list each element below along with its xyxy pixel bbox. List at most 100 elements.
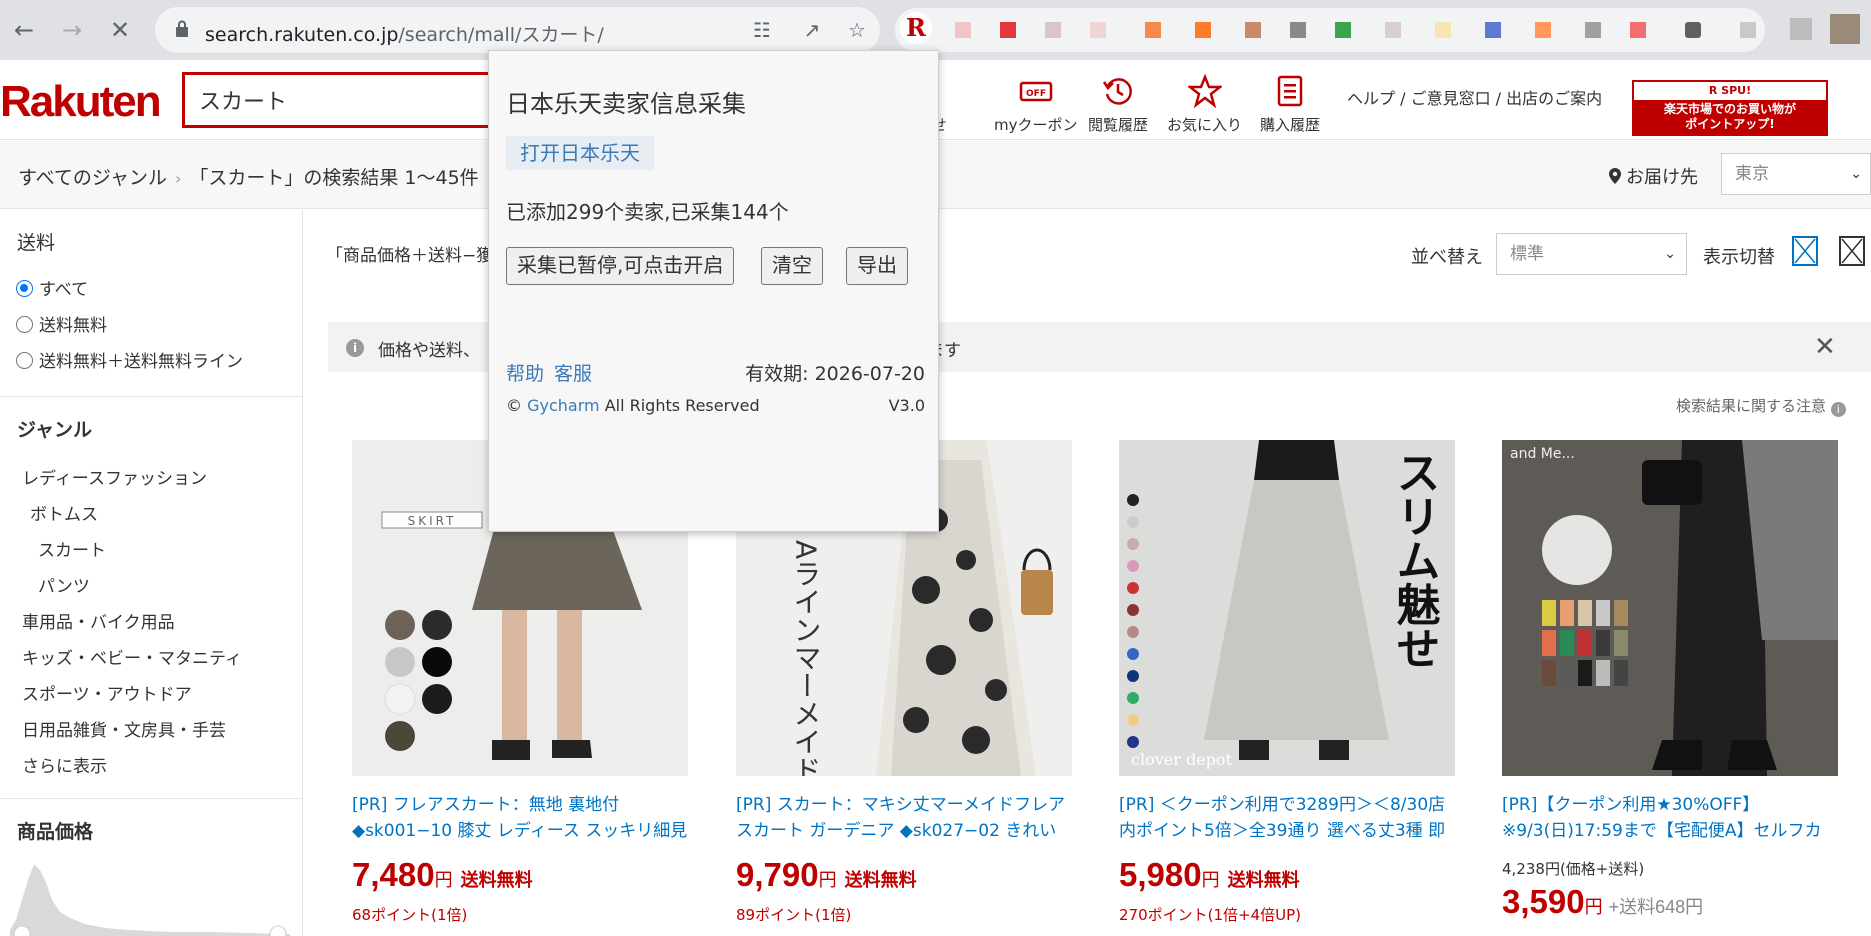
delivery-value: 東京: [1735, 164, 1769, 184]
grid-view-button[interactable]: [1792, 236, 1818, 266]
nav-label: お気に入り: [1167, 116, 1243, 134]
svg-text:OFF: OFF: [1026, 89, 1046, 99]
search-box[interactable]: [182, 72, 502, 128]
back-icon[interactable]: ←: [6, 12, 42, 48]
brand-link[interactable]: Gycharm: [527, 396, 600, 415]
toggle-collect-button[interactable]: 采集已暂停,可点击开启: [506, 247, 735, 285]
extension-icon[interactable]: [1790, 18, 1812, 40]
extension-icon[interactable]: [1000, 22, 1016, 38]
radio-icon: [16, 352, 33, 369]
nav-purchase-history[interactable]: 購入履歴: [1260, 74, 1320, 135]
genre-item[interactable]: パンツ: [38, 572, 90, 597]
price-note: 「商品価格＋送料−獲: [326, 246, 494, 266]
forward-icon[interactable]: →: [54, 12, 90, 48]
nav-favorites[interactable]: お気に入り: [1167, 74, 1242, 135]
extension-icon[interactable]: [1335, 22, 1351, 38]
list-view-button[interactable]: [1839, 236, 1865, 266]
product-total-price: 4,238円(価格+送料): [1502, 860, 1645, 878]
spu-line1: 楽天市場でのお買い物が: [1663, 102, 1796, 116]
product-title[interactable]: [PR] ＜クーポン利用で3289円＞＜8/30店内ポイント5倍＞全39通り 選…: [1119, 792, 1455, 844]
translate-icon[interactable]: ☷: [750, 18, 774, 42]
help-links[interactable]: ヘルプ / ご意見窓口 / 出店のご案内: [1347, 85, 1602, 109]
divider: [0, 798, 303, 799]
help-link[interactable]: 帮助: [506, 363, 544, 385]
clear-button[interactable]: 清空: [761, 247, 823, 285]
shipping-option-all[interactable]: すべて: [16, 275, 88, 300]
address-bar[interactable]: search.rakuten.co.jp/search/mall/スカート/ ☷…: [155, 7, 880, 53]
delivery-select[interactable]: 東京 ⌄: [1721, 153, 1871, 195]
shipping-option-free[interactable]: 送料無料: [16, 311, 107, 336]
extension-icon[interactable]: [1385, 22, 1401, 38]
spu-banner[interactable]: R SPU! 楽天市場でのお買い物が ポイントアップ!: [1632, 80, 1828, 136]
breadcrumb-separator: ›: [174, 169, 182, 188]
product-points: 89ポイント(1倍): [736, 906, 852, 924]
close-icon[interactable]: ✕: [1814, 332, 1836, 362]
product-image[interactable]: and Me...: [1502, 440, 1838, 776]
extension-icon[interactable]: [1535, 22, 1551, 38]
grid-view-icon: [1794, 238, 1816, 264]
product-title[interactable]: [PR] フレアスカート：無地 裏地付 ◆sk001−10 膝丈 レディース ス…: [352, 792, 688, 844]
product-price: 7,480円 送料無料: [352, 856, 533, 893]
product-photo: and Me...: [1502, 440, 1838, 776]
rakuten-extension-icon[interactable]: R: [900, 12, 932, 44]
nav-label: 購入履歴: [1260, 116, 1321, 134]
nav-label: myクーポン: [994, 116, 1078, 134]
spu-line2: ポイントアップ!: [1685, 117, 1775, 131]
profile-icon[interactable]: [1740, 22, 1756, 38]
extension-icon[interactable]: [1290, 22, 1306, 38]
coupon-icon: OFF: [1019, 81, 1052, 102]
extension-icon[interactable]: [1485, 22, 1501, 38]
delivery-text: お届け先: [1626, 167, 1698, 188]
extension-icon[interactable]: [1245, 22, 1261, 38]
genre-item[interactable]: スポーツ・アウトドア: [22, 680, 192, 705]
nav-history[interactable]: 閲覧履歴: [1088, 74, 1148, 135]
genre-item[interactable]: 日用品雑貨・文房具・手芸: [22, 716, 226, 741]
extension-icon[interactable]: [1145, 22, 1161, 38]
extensions-bar: [895, 8, 1765, 52]
view-toggle-label: 表示切替: [1703, 247, 1775, 268]
breadcrumb-root[interactable]: すべてのジャンル: [18, 167, 167, 189]
shipping-option-free-line[interactable]: 送料無料＋送料無料ライン: [16, 347, 243, 372]
product-photo: スリム魅せ clover depot: [1119, 440, 1455, 776]
extension-icon[interactable]: [1090, 22, 1106, 38]
product-title[interactable]: [PR]【クーポン利用★30%OFF】※9/3(日)17:59まで【宅配便A】セ…: [1502, 792, 1838, 844]
product-price: 9,790円 送料無料: [736, 856, 917, 893]
copyright: © Gycharm All Rights Reserved: [506, 396, 760, 415]
show-more-link[interactable]: さらに表示: [22, 752, 107, 777]
sort-select[interactable]: 標準 ⌄: [1496, 233, 1687, 275]
export-button[interactable]: 导出: [846, 247, 908, 285]
genre-item[interactable]: 車用品・バイク用品: [22, 608, 175, 633]
extension-icon[interactable]: [1630, 22, 1646, 38]
extension-icon[interactable]: [1195, 22, 1211, 38]
extension-icon[interactable]: [1435, 22, 1451, 38]
puzzle-icon[interactable]: [1685, 22, 1701, 38]
url-text: search.rakuten.co.jp/search/mall/スカート/: [205, 24, 604, 46]
extension-icon[interactable]: [1585, 22, 1601, 38]
radio-icon: [16, 316, 33, 333]
svg-text:SKIRT: SKIRT: [408, 514, 457, 528]
genre-item[interactable]: レディースファッション: [22, 464, 207, 489]
genre-item[interactable]: スカート: [38, 536, 106, 561]
svg-text:Aラインマーメイド: Aラインマーメイド: [790, 540, 823, 776]
extension-icon[interactable]: [955, 22, 971, 38]
share-icon[interactable]: ↗: [800, 18, 824, 42]
collection-status: 已添加299个卖家,已采集144个: [506, 200, 789, 224]
genre-item[interactable]: キッズ・ベビー・マタニティ: [22, 644, 242, 669]
extension-icon[interactable]: [1045, 22, 1061, 38]
rakuten-logo[interactable]: Rakuten: [0, 77, 162, 127]
stop-icon[interactable]: ✕: [102, 12, 138, 48]
popup-title: 日本乐天卖家信息采集: [506, 90, 746, 118]
service-link[interactable]: 客服: [554, 363, 592, 385]
open-rakuten-button[interactable]: 打开日本乐天: [506, 136, 654, 170]
svg-text:スリム魅せ: スリム魅せ: [1389, 450, 1441, 670]
search-input[interactable]: [185, 75, 499, 125]
product-title[interactable]: [PR] スカート：マキシ丈マーメイドフレアスカート ガーデニア ◆sk027−…: [736, 792, 1072, 844]
chevron-down-icon: ⌄: [1664, 246, 1676, 262]
search-results-note[interactable]: 検索結果に関する注意 i: [1676, 395, 1846, 417]
bookmark-star-icon[interactable]: ☆: [845, 18, 869, 42]
genre-item[interactable]: ボトムス: [30, 500, 98, 525]
popup-links: 帮助 客服: [506, 359, 602, 386]
nav-coupon[interactable]: OFF myクーポン: [994, 74, 1078, 135]
product-image[interactable]: スリム魅せ clover depot: [1119, 440, 1455, 776]
avatar[interactable]: [1830, 14, 1860, 44]
